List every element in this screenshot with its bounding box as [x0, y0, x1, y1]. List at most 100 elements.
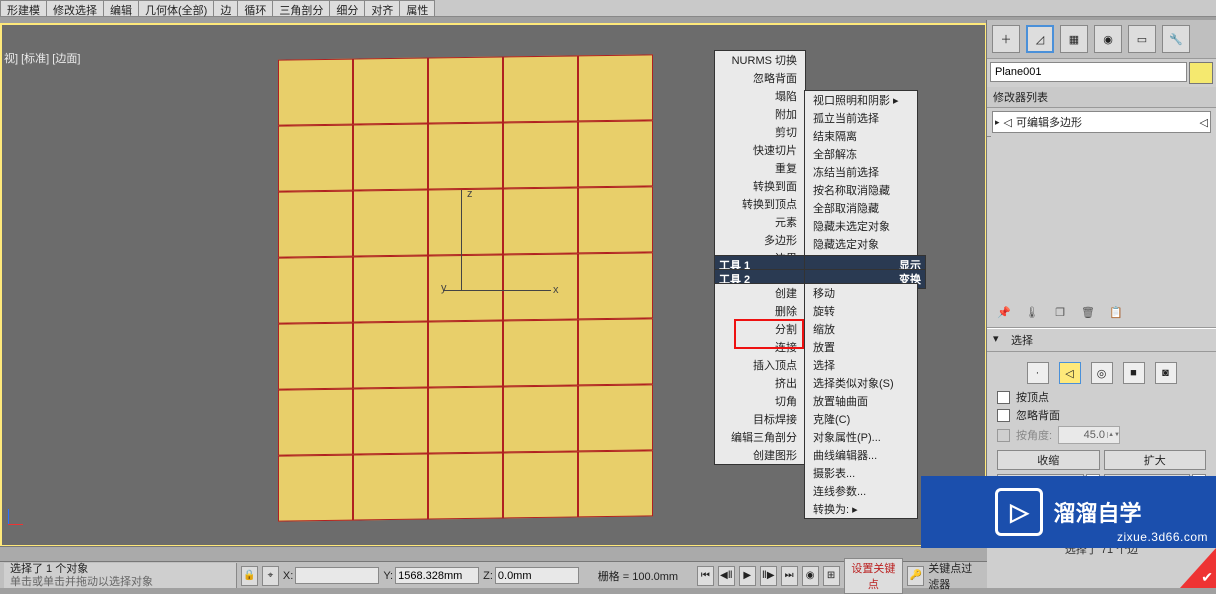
tab-display[interactable]: ▭: [1128, 25, 1156, 53]
set-key-button[interactable]: 设置关键点: [844, 558, 904, 594]
top-tab[interactable]: 编辑: [103, 0, 139, 16]
ctx-item[interactable]: 创建图形: [715, 446, 805, 464]
show-end-result-icon[interactable]: 🌡: [1023, 303, 1041, 321]
plane-face[interactable]: [353, 256, 428, 323]
modifier-stack[interactable]: ▸◁可编辑多边形◁: [992, 111, 1211, 133]
plane-face[interactable]: [503, 121, 578, 188]
top-tab[interactable]: 修改选择: [46, 0, 104, 16]
plane-face[interactable]: [278, 257, 353, 324]
plane-face[interactable]: [353, 190, 428, 257]
ctx-item[interactable]: 隐藏未选定对象: [805, 217, 917, 235]
plane-face[interactable]: [278, 59, 353, 126]
ctx-item[interactable]: 放置轴曲面: [805, 392, 917, 410]
plane-face[interactable]: [278, 455, 353, 522]
plane-face[interactable]: [578, 384, 653, 451]
ctx-item[interactable]: 视口照明和阴影 ▸: [805, 91, 917, 109]
ctx-item[interactable]: 全部解冻: [805, 145, 917, 163]
play-icon[interactable]: ▶: [739, 566, 756, 586]
ctx-item[interactable]: 挤出: [715, 374, 805, 392]
plane-face[interactable]: [353, 454, 428, 521]
angle-spinner[interactable]: ▲▼: [1058, 426, 1120, 444]
ctx-item[interactable]: 编辑三角剖分: [715, 428, 805, 446]
selection-lock-icon[interactable]: ⊞: [823, 566, 840, 586]
ctx-item[interactable]: 元素: [715, 213, 805, 231]
so-element[interactable]: ◙: [1155, 362, 1177, 384]
tab-modify[interactable]: ◿: [1026, 25, 1054, 53]
plane-face[interactable]: [503, 319, 578, 386]
ctx-item[interactable]: 移动: [805, 284, 917, 302]
coord-z-input[interactable]: [495, 567, 579, 584]
ctx-item[interactable]: 转换到面: [715, 177, 805, 195]
plane-face[interactable]: [278, 389, 353, 456]
so-polygon[interactable]: ■: [1123, 362, 1145, 384]
ctx-item[interactable]: 多边形: [715, 231, 805, 249]
tab-hierarchy[interactable]: ▦: [1060, 25, 1088, 53]
plane-face[interactable]: [503, 187, 578, 254]
plane-face[interactable]: [578, 450, 653, 517]
ctx-item[interactable]: 放置: [805, 338, 917, 356]
plane-face[interactable]: [353, 58, 428, 125]
plane-face[interactable]: [503, 451, 578, 518]
angle-input[interactable]: [1059, 429, 1107, 441]
plane-face[interactable]: [428, 56, 503, 123]
plane-face[interactable]: [428, 452, 503, 519]
next-frame-icon[interactable]: Ⅱ▶: [760, 566, 777, 586]
ctx-item[interactable]: 旋转: [805, 302, 917, 320]
goto-end-icon[interactable]: ⏭: [781, 566, 798, 586]
modifier-list-label[interactable]: 修改器列表: [987, 87, 1216, 108]
plane-object[interactable]: [278, 54, 653, 523]
chk-byangle[interactable]: [997, 429, 1010, 442]
ctx-item[interactable]: 缩放: [805, 320, 917, 338]
object-name-input[interactable]: [990, 62, 1187, 82]
ctx-item[interactable]: 克隆(C): [805, 410, 917, 428]
coord-mode-icon[interactable]: ⌖: [262, 566, 279, 586]
ctx-item[interactable]: 选择: [805, 356, 917, 374]
plane-face[interactable]: [278, 323, 353, 390]
ctx-item[interactable]: 连线参数...: [805, 482, 917, 500]
ctx-item[interactable]: 快速切片: [715, 141, 805, 159]
plane-face[interactable]: [578, 318, 653, 385]
grow-button[interactable]: 扩大: [1104, 450, 1207, 470]
plane-face[interactable]: [428, 254, 503, 321]
object-color-swatch[interactable]: [1189, 62, 1213, 84]
plane-face[interactable]: [278, 125, 353, 192]
ctx-item[interactable]: 删除: [715, 302, 805, 320]
plane-face[interactable]: [428, 188, 503, 255]
ctx-item[interactable]: NURMS 切换: [715, 51, 805, 69]
lock-selection-icon[interactable]: 🔒: [241, 566, 258, 586]
plane-face[interactable]: [353, 388, 428, 455]
pin-stack-icon[interactable]: 📌: [995, 303, 1013, 321]
isolate-icon[interactable]: ◉: [802, 566, 819, 586]
so-edge[interactable]: ◁: [1059, 362, 1081, 384]
ctx-item[interactable]: 结束隔离: [805, 127, 917, 145]
top-tab[interactable]: 形建模: [0, 0, 47, 16]
ctx-item[interactable]: 选择类似对象(S): [805, 374, 917, 392]
ctx-item[interactable]: 按名称取消隐藏: [805, 181, 917, 199]
plane-face[interactable]: [503, 385, 578, 452]
chk-backface[interactable]: [997, 409, 1010, 422]
plane-face[interactable]: [578, 120, 653, 187]
top-tab[interactable]: 循环: [237, 0, 273, 16]
top-tab[interactable]: 边: [213, 0, 238, 16]
top-tab[interactable]: 对齐: [364, 0, 400, 16]
ctx-item[interactable]: 目标焊接: [715, 410, 805, 428]
plane-face[interactable]: [428, 122, 503, 189]
so-vertex[interactable]: ·: [1027, 362, 1049, 384]
ctx-item[interactable]: 忽略背面: [715, 69, 805, 87]
plane-face[interactable]: [428, 386, 503, 453]
top-tab[interactable]: 三角剖分: [272, 0, 330, 16]
chk-byvertex[interactable]: [997, 391, 1010, 404]
ctx-item[interactable]: 全部取消隐藏: [805, 199, 917, 217]
command-panel-tabs[interactable]: ＋ ◿ ▦ ◉ ▭ 🔧: [987, 20, 1216, 59]
tab-create[interactable]: ＋: [992, 25, 1020, 53]
plane-face[interactable]: [578, 54, 653, 121]
top-tab[interactable]: 几何体(全部): [138, 0, 214, 16]
key-filters-icon[interactable]: 🔑: [907, 566, 924, 586]
ctx-item[interactable]: 切角: [715, 392, 805, 410]
coord-y-input[interactable]: [395, 567, 479, 584]
ctx-item[interactable]: 隐藏选定对象: [805, 235, 917, 253]
ctx-item[interactable]: 曲线编辑器...: [805, 446, 917, 464]
plane-face[interactable]: [503, 253, 578, 320]
rollout-selection-header[interactable]: 选择: [987, 328, 1216, 352]
remove-modifier-icon[interactable]: 🗑: [1079, 303, 1097, 321]
